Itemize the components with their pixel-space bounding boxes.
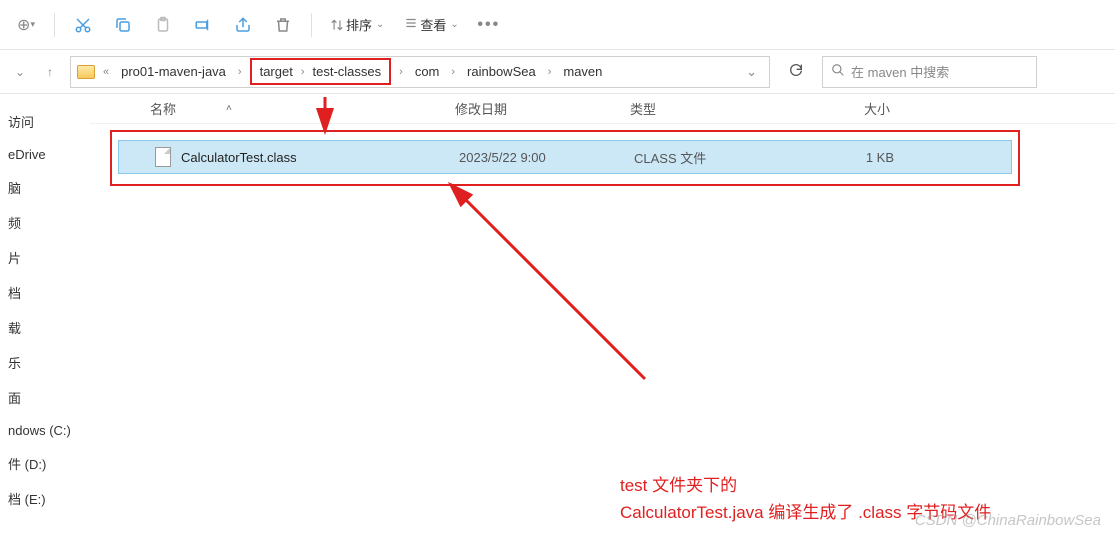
paste-button[interactable] [147, 9, 179, 41]
up-button[interactable]: ↑ [40, 62, 60, 82]
history-dropdown[interactable]: ⌄ [10, 62, 30, 82]
sidebar-item[interactable]: 件 (D:) [8, 454, 90, 473]
search-icon [831, 63, 845, 80]
cut-button[interactable] [67, 9, 99, 41]
chevron-down-icon: ⌄ [376, 19, 384, 30]
search-input[interactable]: 在 maven 中搜索 [822, 56, 1037, 88]
col-name-label: 名称 [150, 99, 176, 118]
chevron-right-icon: › [544, 66, 556, 78]
file-icon [155, 147, 171, 167]
annotation-line: test 文件夹下的 [620, 472, 991, 499]
separator [311, 13, 312, 37]
sidebar-item[interactable]: eDrive [8, 147, 90, 162]
toolbar: ⊕▾ 排序 ⌄ 查看 ⌄ ••• [0, 0, 1115, 50]
sidebar-item[interactable]: 频 [8, 213, 90, 232]
sidebar-item[interactable]: 档 [8, 283, 90, 302]
highlight-box: CalculatorTest.class 2023/5/22 9:00 CLAS… [110, 130, 1020, 186]
main: 访问 eDrive 脑 频 片 档 载 乐 面 ndows (C:) 件 (D:… [0, 94, 1115, 537]
file-row[interactable]: CalculatorTest.class 2023/5/22 9:00 CLAS… [118, 140, 1012, 174]
watermark: CSDN @ChinaRainbowSea [915, 512, 1101, 529]
search-placeholder: 在 maven 中搜索 [851, 62, 949, 81]
separator [54, 13, 55, 37]
chevron-right-icon: › [297, 66, 309, 78]
overflow-icon[interactable]: « [99, 66, 113, 78]
file-size: 1 KB [794, 150, 894, 165]
sidebar-item[interactable]: 访问 [8, 112, 90, 131]
sidebar-item[interactable]: 面 [8, 388, 90, 407]
col-size-header[interactable]: 大小 [790, 99, 890, 118]
delete-button[interactable] [267, 9, 299, 41]
chevron-right-icon: › [395, 66, 407, 78]
breadcrumb-item[interactable]: rainbowSea [463, 62, 540, 81]
sidebar-item[interactable]: 档 (E:) [8, 489, 90, 508]
more-button[interactable]: ••• [473, 9, 505, 41]
breadcrumb-item[interactable]: maven [559, 62, 606, 81]
col-date-header[interactable]: 修改日期 [455, 99, 630, 118]
breadcrumb-item[interactable]: pro01-maven-java [117, 62, 230, 81]
sidebar-item[interactable]: 载 [8, 318, 90, 337]
column-headers: 名称 ˄ 修改日期 类型 大小 [90, 94, 1115, 124]
sidebar-item[interactable]: 片 [8, 248, 90, 267]
sort-asc-icon: ˄ [226, 103, 232, 114]
copy-button[interactable] [107, 9, 139, 41]
file-type: CLASS 文件 [634, 148, 794, 167]
share-button[interactable] [227, 9, 259, 41]
folder-icon [77, 65, 95, 79]
breadcrumb-dropdown[interactable]: ⌄ [740, 64, 763, 80]
sort-label: 排序 [346, 15, 372, 34]
col-type-header[interactable]: 类型 [630, 99, 790, 118]
view-icon [404, 16, 418, 33]
sidebar-item[interactable]: ndows (C:) [8, 423, 90, 438]
new-button[interactable]: ⊕▾ [10, 9, 42, 41]
sidebar-item[interactable]: 乐 [8, 353, 90, 372]
chevron-down-icon: ⌄ [450, 19, 458, 30]
refresh-button[interactable] [780, 62, 812, 82]
breadcrumb-item[interactable]: target [256, 62, 297, 81]
sort-icon [330, 18, 344, 32]
col-name-header[interactable]: 名称 ˄ [150, 99, 455, 118]
chevron-right-icon: › [234, 66, 246, 78]
nav-row: ⌄ ↑ « pro01-maven-java › target › test-c… [0, 50, 1115, 94]
breadcrumb-item[interactable]: com [411, 62, 444, 81]
sidebar: 访问 eDrive 脑 频 片 档 载 乐 面 ndows (C:) 件 (D:… [0, 94, 90, 537]
highlight-box: target › test-classes [250, 58, 392, 85]
breadcrumb-item[interactable]: test-classes [309, 62, 386, 81]
file-name: CalculatorTest.class [181, 150, 459, 165]
file-date: 2023/5/22 9:00 [459, 150, 634, 165]
view-button[interactable]: 查看 ⌄ [398, 15, 464, 34]
view-label: 查看 [420, 15, 446, 34]
sidebar-item[interactable]: 脑 [8, 178, 90, 197]
sort-button[interactable]: 排序 ⌄ [324, 15, 390, 34]
chevron-right-icon: › [447, 66, 459, 78]
rename-button[interactable] [187, 9, 219, 41]
breadcrumb[interactable]: « pro01-maven-java › target › test-class… [70, 56, 770, 88]
content-area: 名称 ˄ 修改日期 类型 大小 CalculatorTest.class 202… [90, 94, 1115, 537]
